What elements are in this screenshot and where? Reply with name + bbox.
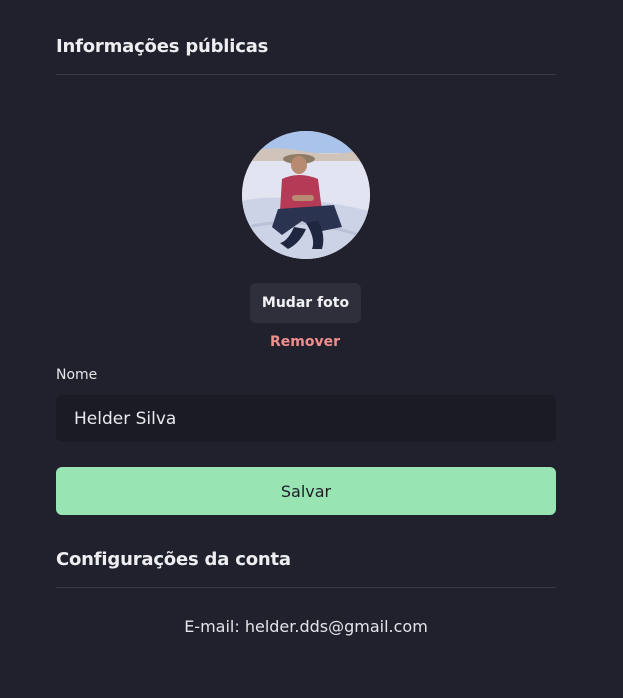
account-email: E-mail: helder.dds@gmail.com — [184, 617, 428, 636]
public-info-title: Informações públicas — [56, 36, 269, 57]
public-info-divider — [56, 74, 556, 75]
save-button[interactable]: Salvar — [56, 467, 556, 515]
avatar — [242, 131, 370, 259]
account-settings-title: Configurações da conta — [56, 549, 291, 570]
remove-photo-button[interactable]: Remover — [255, 334, 355, 350]
account-settings-divider — [56, 587, 556, 588]
name-label: Nome — [56, 367, 98, 383]
name-input[interactable] — [56, 395, 556, 442]
profile-photo — [242, 131, 370, 259]
change-photo-button[interactable]: Mudar foto — [250, 283, 361, 323]
